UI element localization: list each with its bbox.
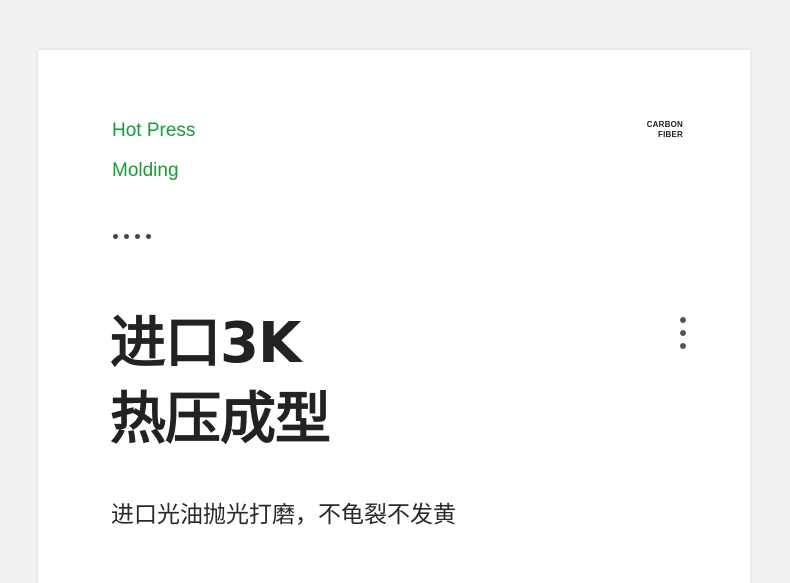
- dot: [680, 330, 686, 336]
- carbon-fiber-label: CARBON FIBER: [647, 120, 683, 140]
- heading-line-2: Molding: [112, 160, 179, 181]
- dot: [680, 317, 686, 323]
- horizontal-dots-icon: [113, 234, 151, 239]
- heading-line-1: Hot Press: [112, 120, 196, 141]
- headline-line-1: 进口3K: [110, 311, 301, 376]
- brand-mark-line-1: CARBON: [646, 120, 683, 129]
- product-card: Hot Press Molding CARBON FIBER 进口3K 热压成型…: [38, 50, 750, 583]
- vertical-ellipsis-icon[interactable]: [678, 317, 688, 349]
- dot: [135, 234, 140, 239]
- dot: [113, 234, 118, 239]
- headline-line-2: 热压成型: [110, 387, 331, 452]
- brand-mark-line-2: FIBER: [658, 130, 683, 139]
- subtitle: 进口光油抛光打磨，不龟裂不发黄: [111, 502, 456, 528]
- dot: [146, 234, 151, 239]
- dot: [680, 343, 686, 349]
- dot: [124, 234, 129, 239]
